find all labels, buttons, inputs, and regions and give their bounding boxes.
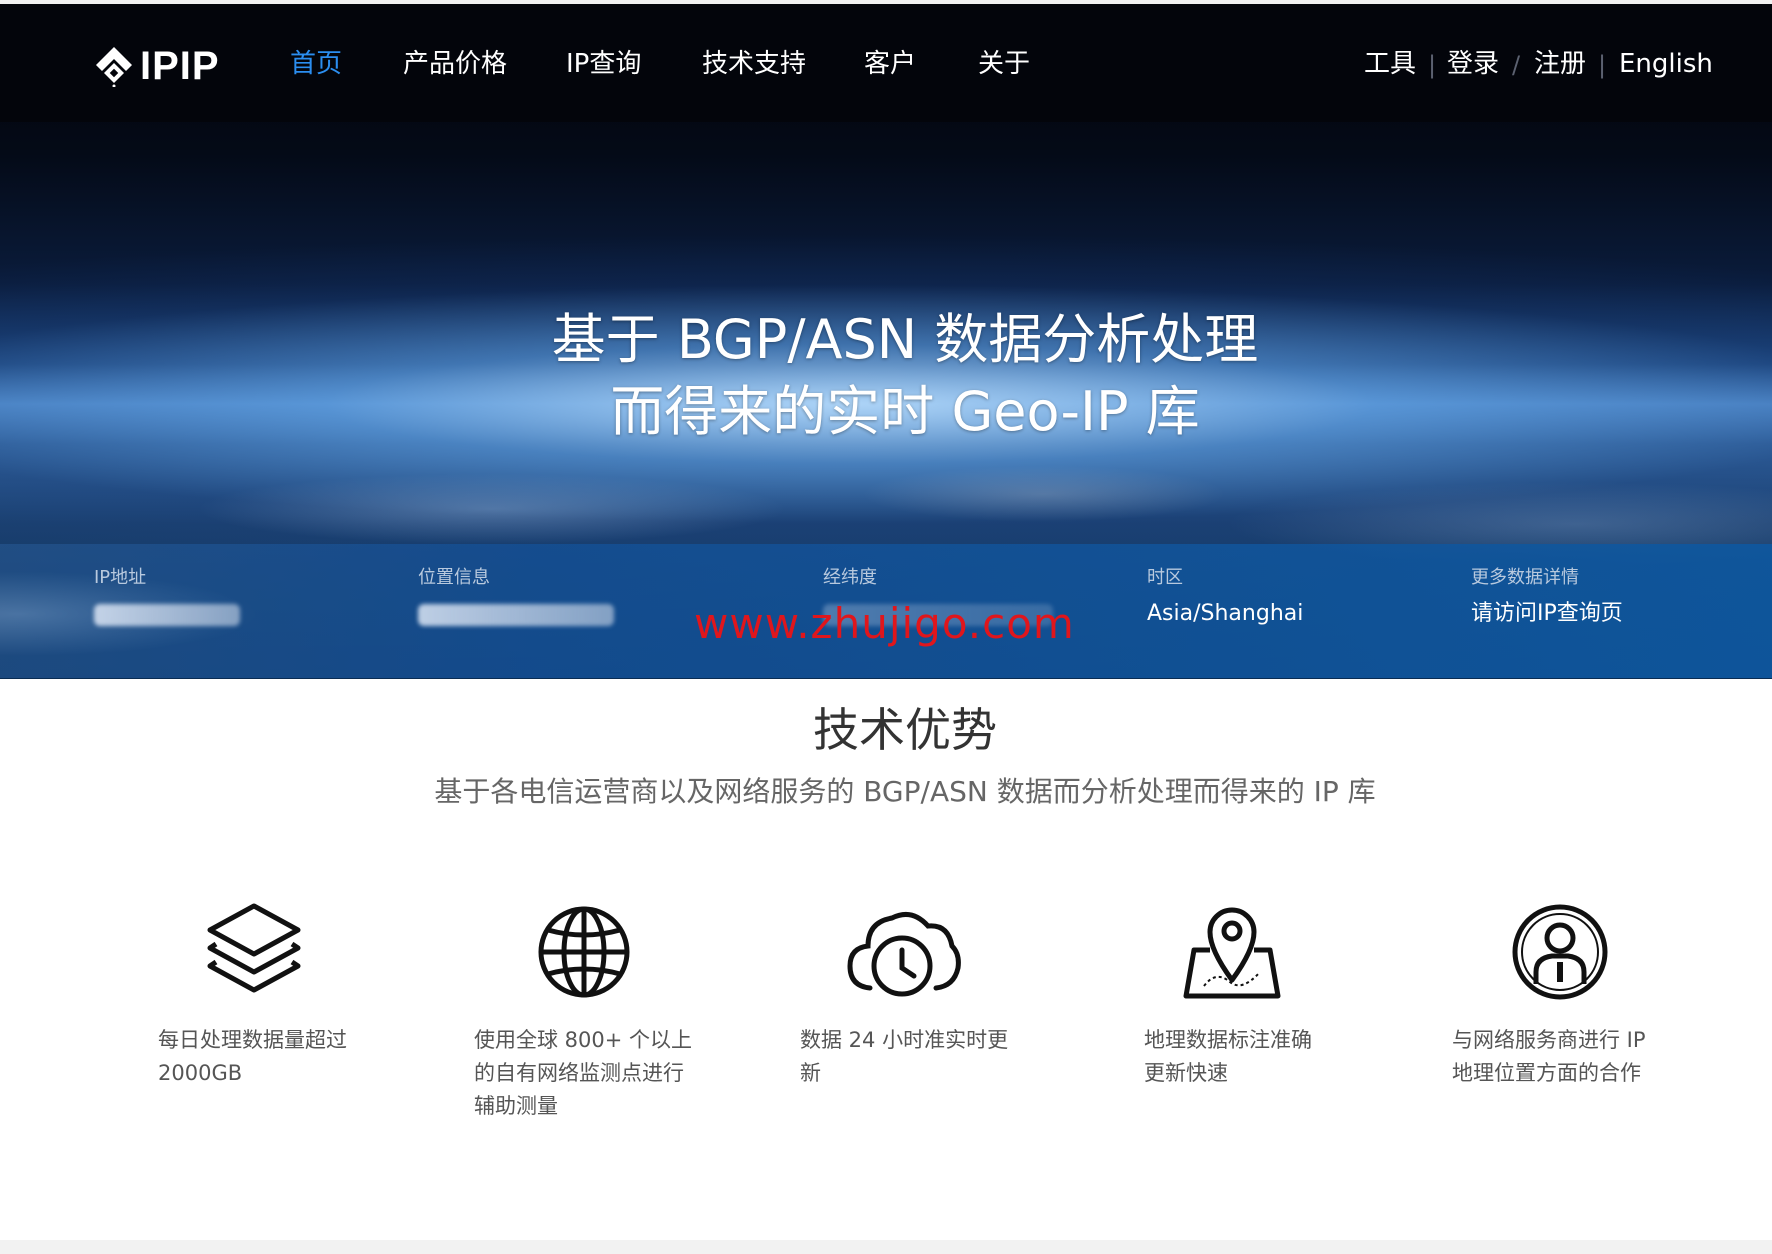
feature-text-line: 更新快速 (1144, 1061, 1228, 1085)
ipip-logo[interactable]: IPIP (94, 38, 234, 94)
location-value-redacted (418, 604, 614, 626)
ip-address-label: IP地址 (94, 567, 147, 588)
timezone-value: Asia/Shanghai (1147, 601, 1304, 626)
feature-text-line: 地理数据标注准确 (1144, 1028, 1312, 1052)
feature-text-line: 数据 24 小时准实时更 (800, 1028, 1009, 1052)
feature-text-line: 2000GB (158, 1061, 243, 1085)
person-circle-icon (1512, 904, 1608, 1000)
nav-login[interactable]: 登录 (1447, 48, 1499, 80)
top-navbar: IPIP 首页 产品价格 IP查询 技术支持 客户 关于 工具 | 登录 / 注… (0, 4, 1772, 122)
nav-ip-lookup[interactable]: IP查询 (566, 48, 641, 80)
feature-text: 地理数据标注准确 更新快速 (1144, 1024, 1312, 1090)
features-subtitle: 基于各电信运营商以及网络服务的 BGP/ASN 数据而分析处理而得来的 IP 库 (434, 775, 1376, 808)
nav-separator: | (1598, 51, 1607, 79)
feature-text-line: 每日处理数据量超过 (158, 1028, 347, 1052)
feature-text-line: 地理位置方面的合作 (1452, 1061, 1641, 1085)
nav-customers[interactable]: 客户 (864, 48, 916, 80)
nav-separator: / (1512, 51, 1521, 79)
watermark-text: www.zhujigo.com (694, 599, 1075, 648)
globe-icon (538, 906, 630, 998)
timezone-label: 时区 (1147, 567, 1183, 588)
ip-lookup-page-link[interactable]: 请访问IP查询页 (1471, 600, 1623, 628)
layers-icon (207, 903, 301, 993)
ip-address-value-redacted (94, 604, 240, 626)
feature-text: 与网络服务商进行 IP 地理位置方面的合作 (1452, 1024, 1646, 1090)
cloud-clock-icon (847, 911, 961, 997)
map-pin-icon (1183, 907, 1281, 999)
coordinates-label: 经纬度 (823, 567, 877, 588)
features-title: 技术优势 (813, 703, 997, 757)
nav-home[interactable]: 首页 (290, 48, 342, 80)
nav-separator: | (1428, 51, 1437, 79)
feature-text-line: 的自有网络监测点进行 (474, 1061, 684, 1085)
feature-text: 使用全球 800+ 个以上 的自有网络监测点进行 辅助测量 (474, 1024, 692, 1123)
logo-mark-icon (96, 47, 132, 87)
location-label: 位置信息 (418, 567, 490, 588)
more-details-field: 更多数据详情 请访问IP查询页 (1471, 566, 1623, 628)
ip-address-field: IP地址 (94, 566, 240, 626)
nav-tech-support[interactable]: 技术支持 (702, 48, 806, 80)
feature-text-line: 与网络服务商进行 IP (1452, 1028, 1646, 1052)
nav-register[interactable]: 注册 (1534, 48, 1586, 80)
hero-title: 基于 BGP/ASN 数据分析处理 而得来的实时 Geo-IP 库 (0, 304, 1772, 448)
nav-about[interactable]: 关于 (978, 48, 1030, 80)
more-details-label: 更多数据详情 (1471, 567, 1579, 588)
hero-title-line2: 而得来的实时 Geo-IP 库 (610, 380, 1200, 443)
nav-pricing[interactable]: 产品价格 (403, 48, 507, 80)
feature-text-line: 辅助测量 (474, 1094, 558, 1118)
timezone-field: 时区 Asia/Shanghai (1147, 566, 1303, 628)
feature-text: 每日处理数据量超过 2000GB (158, 1024, 347, 1090)
hero-title-line1: 基于 BGP/ASN 数据分析处理 (551, 308, 1259, 371)
logo-text: IPIP (140, 44, 220, 88)
feature-text: 数据 24 小时准实时更 新 (800, 1024, 1008, 1090)
bottom-strip (0, 1240, 1772, 1254)
nav-tools[interactable]: 工具 (1364, 48, 1416, 80)
feature-text-line: 使用全球 800+ 个以上 (474, 1028, 693, 1052)
nav-english[interactable]: English (1619, 48, 1713, 80)
location-field: 位置信息 (418, 566, 614, 626)
feature-text-line: 新 (800, 1061, 821, 1085)
